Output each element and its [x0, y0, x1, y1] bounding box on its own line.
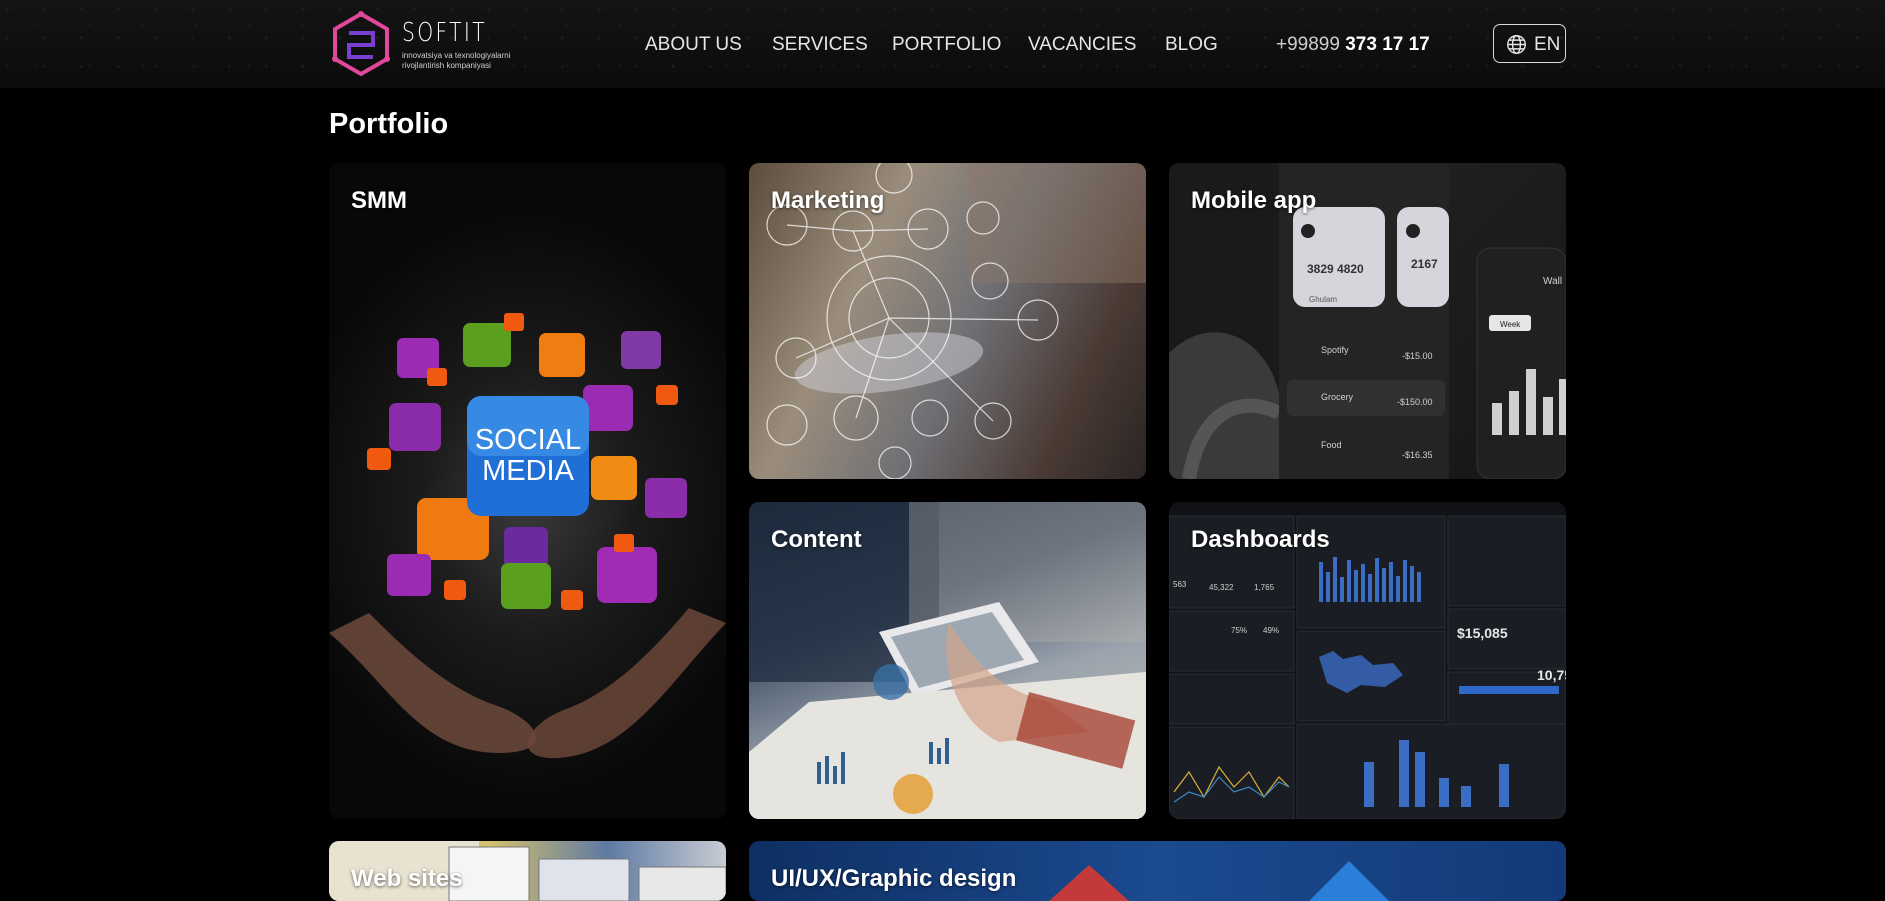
art-spotify-amount: -$15.00 — [1402, 351, 1433, 361]
portfolio-card-mobile-app[interactable]: 3829 4820 2167 Ghulam Spotify -$15.00 Gr… — [1169, 163, 1566, 479]
logo[interactable]: SOFTIT innovatsiya va texnologiyalarni r… — [329, 11, 511, 77]
logo-name: SOFTIT — [402, 18, 487, 48]
art-revenue-value: $15,085 — [1457, 625, 1508, 641]
art-card-holder: Ghulam — [1309, 295, 1337, 304]
portfolio-card-marketing[interactable]: Marketing — [749, 163, 1146, 479]
nav-about-us[interactable]: ABOUT US — [645, 34, 742, 56]
phone-link[interactable]: +99899 373 17 17 — [1276, 34, 1430, 56]
portfolio-card-label: Mobile app — [1191, 187, 1317, 214]
art-stat-5: 49% — [1263, 626, 1279, 635]
portfolio-card-web-sites[interactable]: Web sites — [329, 841, 726, 901]
portfolio-card-label: SMM — [351, 187, 407, 214]
portfolio-card-dashboards[interactable]: $15,085 10,75 563 45,322 1,765 75% 49% D… — [1169, 502, 1566, 819]
logo-tagline: innovatsiya va texnologiyalarni rivojlan… — [402, 51, 511, 70]
phone-code: +99899 — [1276, 34, 1340, 55]
art-grocery-amount: -$150.00 — [1397, 397, 1433, 407]
art-spotify: Spotify — [1321, 345, 1349, 355]
social-media-hands-illustration: SOCIAL MEDIA — [329, 313, 726, 759]
art-stat-1: 563 — [1173, 580, 1187, 589]
art-stat-2: 45,322 — [1209, 583, 1234, 592]
portfolio-card-label: Dashboards — [1191, 526, 1330, 553]
art-week-tab: Week — [1500, 320, 1521, 329]
art-leads-value: 10,75 — [1537, 667, 1566, 683]
art-card-number: 3829 4820 — [1307, 262, 1364, 276]
portfolio-card-uiux-design[interactable]: UI/UX/Graphic design — [749, 841, 1566, 901]
site-header: SOFTIT innovatsiya va texnologiyalarni r… — [0, 0, 1885, 88]
nav-services[interactable]: SERVICES — [772, 34, 868, 56]
art-food: Food — [1321, 440, 1342, 450]
portfolio-card-content[interactable]: Content — [749, 502, 1146, 819]
art-card-number-2: 2167 — [1411, 257, 1438, 271]
nav-vacancies[interactable]: VACANCIES — [1028, 34, 1136, 56]
nav-portfolio[interactable]: PORTFOLIO — [892, 34, 1001, 56]
art-media-text: MEDIA — [482, 455, 575, 487]
portfolio-card-label: Content — [771, 526, 862, 553]
nav-blog[interactable]: BLOG — [1165, 34, 1218, 56]
page-title: Portfolio — [329, 108, 449, 140]
art-wallet: Wall — [1543, 276, 1562, 287]
globe-icon — [1507, 35, 1526, 54]
language-button[interactable]: EN — [1493, 24, 1566, 63]
portfolio-card-label: Marketing — [771, 187, 885, 214]
art-food-amount: -$16.35 — [1402, 450, 1433, 460]
portfolio-card-smm[interactable]: SOCIAL MEDIA SMM — [329, 163, 726, 819]
phone-number: 373 17 17 — [1345, 34, 1430, 55]
art-grocery: Grocery — [1321, 392, 1354, 402]
logo-mark-icon — [332, 11, 390, 77]
language-label: EN — [1534, 34, 1561, 55]
art-stat-4: 75% — [1231, 626, 1247, 635]
art-social-text: SOCIAL — [475, 424, 581, 456]
art-stat-3: 1,765 — [1254, 583, 1275, 592]
